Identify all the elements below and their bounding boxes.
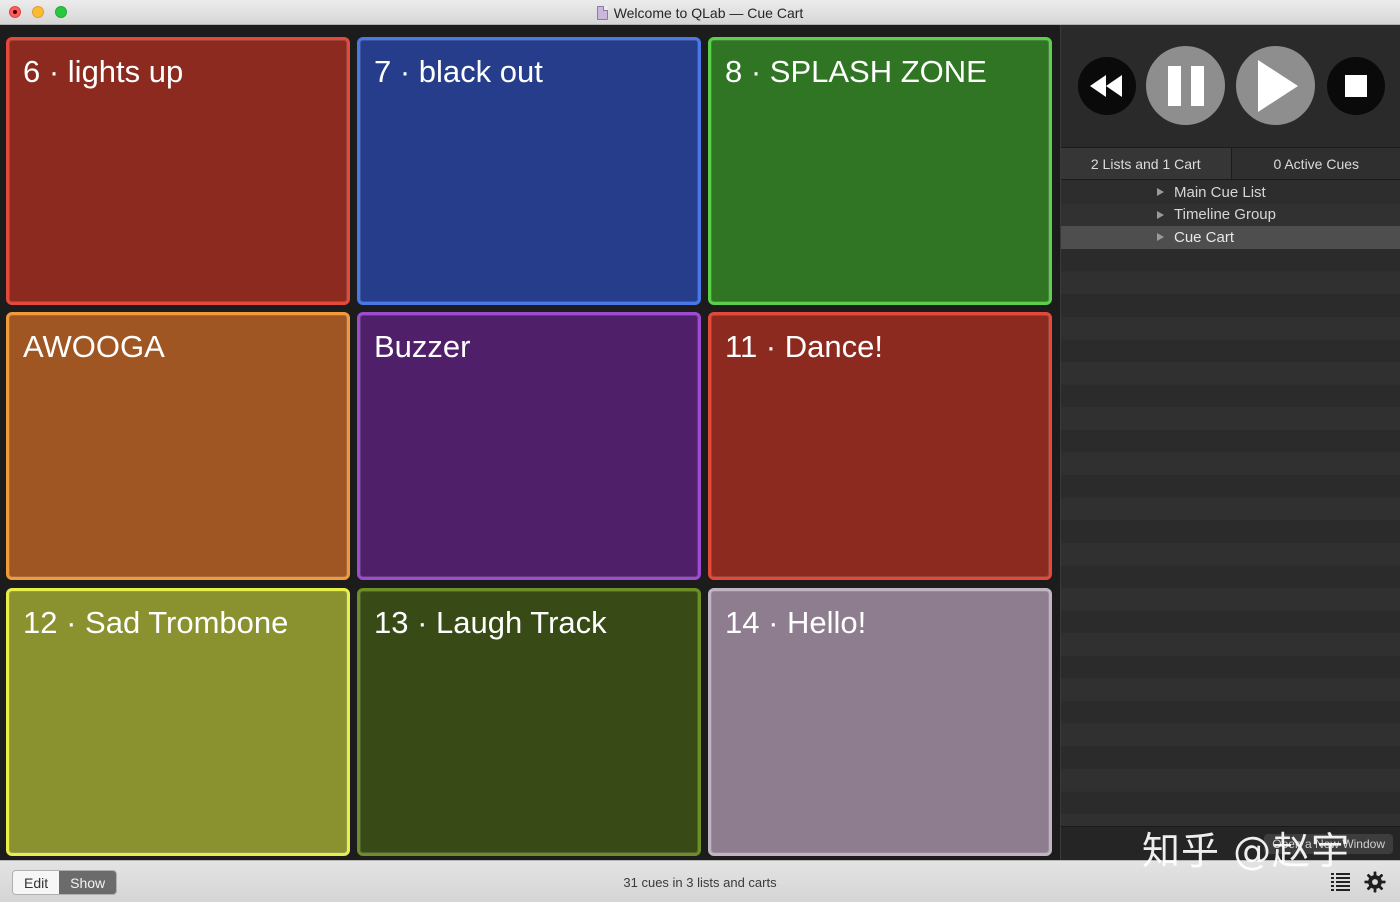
cart-tile-label: 8 · SPLASH ZONE: [725, 54, 987, 89]
stop-icon: [1345, 75, 1367, 97]
cart-tile[interactable]: Buzzer: [357, 312, 701, 580]
document-icon: [596, 5, 608, 20]
disclosure-triangle-icon[interactable]: [1157, 210, 1164, 219]
disclosure-triangle-icon[interactable]: [1157, 233, 1164, 242]
rewind-icon: [1090, 75, 1122, 97]
play-button[interactable]: [1236, 46, 1315, 125]
cart-tile-label: Buzzer: [374, 329, 471, 364]
tab-lists-and-carts[interactable]: 2 Lists and 1 Cart: [1061, 148, 1231, 179]
stop-button[interactable]: [1327, 57, 1385, 115]
cue-lists: Main Cue List Timeline Group Cue Cart: [1061, 181, 1400, 249]
transport-controls: [1061, 25, 1400, 148]
list-item-label: Main Cue List: [1174, 183, 1266, 201]
list-item-label: Timeline Group: [1174, 206, 1276, 224]
workspace-sidebar: 2 Lists and 1 Cart 0 Active Cues Main Cu…: [1060, 25, 1400, 860]
list-view-icon[interactable]: [1331, 873, 1350, 891]
play-icon: [1257, 59, 1298, 112]
title-bar: Welcome to QLab — Cue Cart: [0, 0, 1400, 25]
cart-tile-label: AWOOGA: [23, 329, 165, 364]
pause-button[interactable]: [1146, 46, 1225, 125]
tab-active-cues[interactable]: 0 Active Cues: [1230, 148, 1400, 179]
cart-tile-label: 14 · Hello!: [725, 605, 867, 640]
list-background: [1061, 249, 1400, 826]
cart-tile-label: 6 · lights up: [23, 54, 184, 89]
window-title: Welcome to QLab — Cue Cart: [613, 4, 804, 21]
cart-tile[interactable]: 6 · lights up: [6, 37, 350, 305]
sidebar-tabs: 2 Lists and 1 Cart 0 Active Cues: [1061, 147, 1400, 180]
cart-tile[interactable]: 8 · SPLASH ZONE: [708, 37, 1052, 305]
cart-tile[interactable]: 11 · Dance!: [708, 312, 1052, 580]
list-item-cue-cart[interactable]: Cue Cart: [1061, 226, 1400, 249]
list-item-label: Cue Cart: [1174, 228, 1235, 246]
watermark: 知乎 @赵宇: [1142, 829, 1351, 873]
list-item-main-cue-list[interactable]: Main Cue List: [1061, 181, 1400, 204]
pause-icon: [1167, 65, 1204, 106]
cart-tile[interactable]: 7 · black out: [357, 37, 701, 305]
cart-tile[interactable]: 13 · Laugh Track: [357, 588, 701, 856]
gear-icon[interactable]: [1364, 871, 1386, 893]
rewind-button[interactable]: [1078, 57, 1136, 115]
cart-tile-label: 11 · Dance!: [725, 329, 883, 364]
cue-cart-grid: 6 · lights up 7 · black out 8 · SPLASH Z…: [0, 25, 1060, 860]
cart-tile[interactable]: 14 · Hello!: [708, 588, 1052, 856]
cart-tile-label: 7 · black out: [374, 54, 543, 89]
cart-tile-label: 13 · Laugh Track: [374, 605, 607, 640]
cart-tile-label: 12 · Sad Trombone: [23, 605, 289, 640]
list-item-timeline-group[interactable]: Timeline Group: [1061, 203, 1400, 227]
disclosure-triangle-icon[interactable]: [1157, 188, 1164, 197]
cart-tile[interactable]: 12 · Sad Trombone: [6, 588, 350, 856]
cart-tile[interactable]: AWOOGA: [6, 312, 350, 580]
